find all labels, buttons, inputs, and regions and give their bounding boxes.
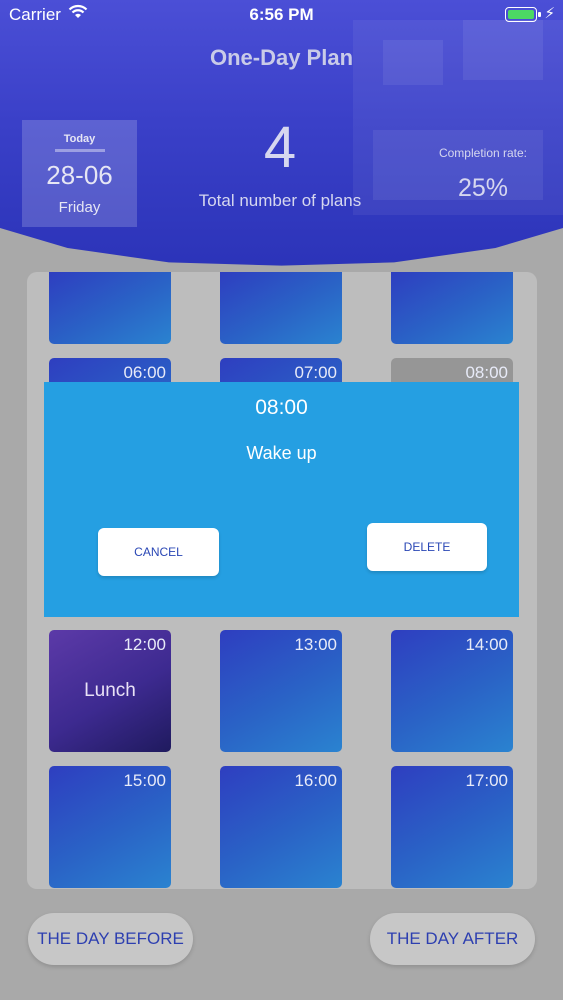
today-card: Today 28-06 Friday — [22, 120, 137, 227]
day-after-button[interactable]: THE DAY AFTER — [370, 913, 535, 965]
time-slot-time: 08:00 — [465, 363, 508, 382]
today-weekday: Friday — [58, 199, 101, 216]
today-label: Today — [63, 133, 96, 145]
day-before-button[interactable]: THE DAY BEFORE — [28, 913, 193, 965]
total-plans-value: 4 — [263, 115, 297, 180]
dialog-time: 08:00 — [255, 396, 308, 419]
completion-rate-label: Completion rate: — [438, 146, 528, 160]
time-slot-time: 13:00 — [294, 635, 337, 654]
time-slot-time: 14:00 — [465, 635, 508, 654]
time-slot-plan: Lunch — [84, 680, 136, 701]
charging-bolt-icon: ⚡ — [544, 5, 555, 22]
time-slot-cell-planned[interactable]: 12:00 Lunch — [49, 630, 171, 752]
header: Carrier 6:56 PM ⚡ One-Day Plan Today 28-… — [0, 0, 563, 272]
status-time: 6:56 PM — [249, 5, 314, 24]
time-slot-time: 17:00 — [465, 771, 508, 790]
today-divider — [54, 149, 105, 152]
time-slot-time: 12:00 — [123, 635, 166, 654]
time-slot-time: 06:00 — [123, 363, 166, 382]
time-slot-cell[interactable] — [49, 272, 171, 344]
dialog-plan-title: Wake up — [246, 443, 317, 463]
battery-icon — [505, 7, 541, 22]
today-date: 28-06 — [46, 160, 113, 190]
delete-button[interactable]: DELETE — [367, 523, 487, 571]
page-title: One-Day Plan — [209, 45, 354, 70]
time-slot-cell[interactable]: 17:00 — [391, 766, 513, 888]
time-slot-time: 07:00 — [294, 363, 337, 382]
completion-rate: Completion rate: 25% — [418, 146, 548, 203]
time-slot-cell[interactable] — [391, 272, 513, 344]
completion-rate-value: 25% — [457, 174, 509, 202]
total-plans-label: Total number of plans — [198, 191, 362, 210]
total-plans: 4 Total number of plans — [180, 115, 380, 211]
status-bar: Carrier 6:56 PM ⚡ — [0, 0, 563, 30]
time-slot-cell[interactable]: 16:00 — [220, 766, 342, 888]
time-slot-cell[interactable]: 15:00 — [49, 766, 171, 888]
time-slot-cell[interactable]: 13:00 — [220, 630, 342, 752]
time-slot-time: 16:00 — [294, 771, 337, 790]
time-slot-cell[interactable] — [220, 272, 342, 344]
plan-detail-dialog: 08:00 Wake up CANCEL DELETE — [44, 382, 519, 617]
cancel-button[interactable]: CANCEL — [98, 528, 219, 576]
time-slot-time: 15:00 — [123, 771, 166, 790]
time-slot-cell[interactable]: 14:00 — [391, 630, 513, 752]
